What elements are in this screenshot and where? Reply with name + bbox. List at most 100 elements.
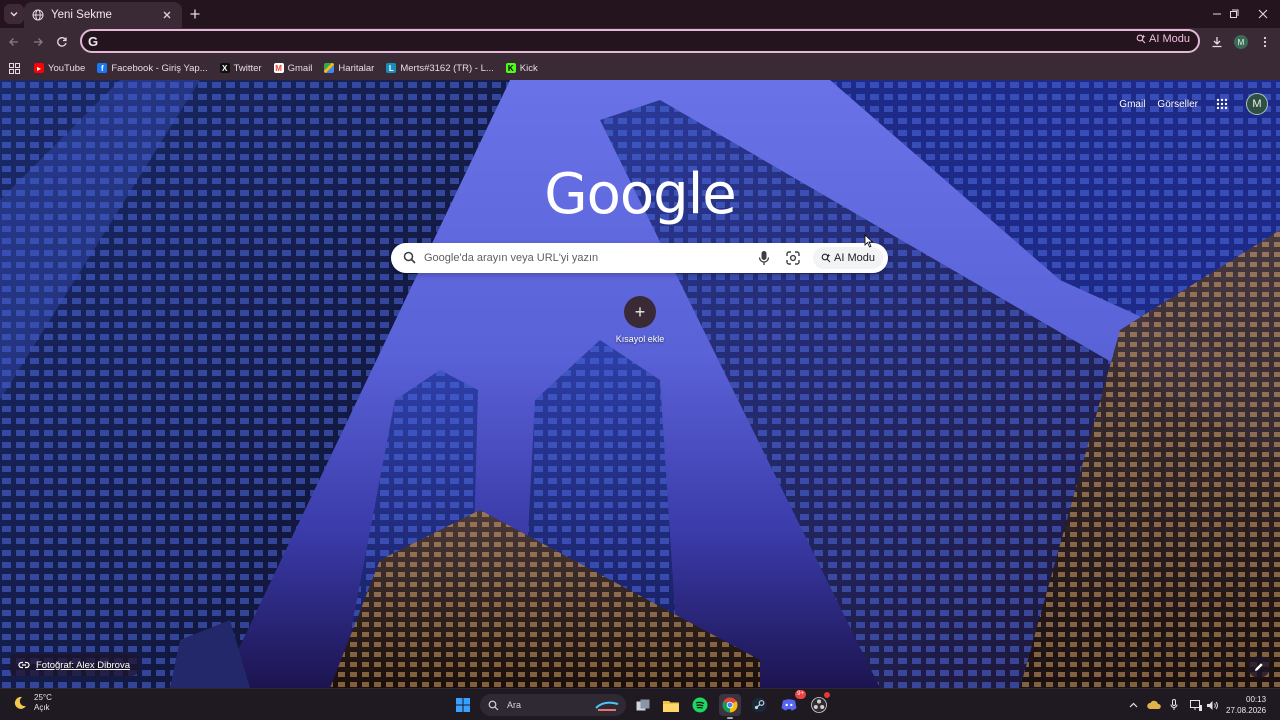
apps-shortcut-button[interactable] [0, 56, 28, 80]
photo-credit-text: Fotoğraf: Alex Dibrova [36, 659, 130, 671]
tab-search-button[interactable] [4, 4, 24, 24]
file-explorer-button[interactable] [660, 694, 682, 716]
bookmark-gmail[interactable]: M Gmail [268, 57, 319, 79]
google-lens-icon[interactable] [785, 250, 801, 266]
taskbar-clock[interactable]: 00:13 27.08.2026 [1226, 694, 1266, 716]
taskbar-search-label: Ara [507, 700, 522, 710]
ntp-search-input[interactable] [424, 249, 754, 267]
downloads-button[interactable] [1207, 32, 1227, 52]
bookmarks-bar: ▸ YouTube f Facebook - Giriş Yap... X Tw… [0, 56, 1280, 80]
reload-icon [57, 37, 67, 47]
windows-logo-icon [456, 698, 470, 712]
more-vertical-icon [1263, 36, 1267, 48]
close-window-button[interactable] [1246, 0, 1280, 28]
network-tray[interactable] [1188, 697, 1204, 713]
obs-button[interactable] [808, 692, 830, 716]
task-view-button[interactable] [632, 694, 654, 716]
recording-indicator [824, 692, 830, 698]
ai-mode-chip[interactable]: AI Modu [1136, 33, 1190, 45]
globe-icon [32, 9, 44, 21]
bookmark-youtube[interactable]: ▸ YouTube [28, 57, 91, 79]
forward-button[interactable] [28, 32, 48, 52]
kick-icon: K [505, 63, 516, 73]
clock-date: 27.08.2026 [1226, 706, 1267, 715]
menu-button[interactable] [1255, 32, 1275, 52]
steam-icon [751, 697, 767, 713]
google-logo: Google [544, 162, 736, 227]
task-view-icon [636, 699, 650, 711]
taskbar-search[interactable]: Ara [480, 694, 626, 716]
microphone-icon[interactable] [758, 250, 770, 266]
monitor-network-icon [1190, 699, 1202, 711]
tab-strip: Yeni Sekme [0, 0, 1280, 28]
account-avatar[interactable]: M [1246, 93, 1268, 115]
ai-search-icon [821, 253, 831, 263]
arrow-left-icon [9, 38, 18, 46]
gmail-link[interactable]: Gmail [1119, 99, 1145, 110]
ai-search-icon [1136, 34, 1146, 44]
microphone-tray[interactable] [1166, 697, 1182, 713]
mouse-cursor-icon [864, 234, 874, 248]
volume-tray[interactable] [1204, 697, 1220, 713]
new-tab-button[interactable] [186, 5, 204, 23]
apps-dots-icon [1216, 98, 1228, 110]
search-icon [403, 251, 416, 264]
bookmark-label: Haritalar [338, 62, 375, 74]
address-input[interactable] [106, 32, 1136, 50]
chevron-down-icon [10, 12, 18, 17]
profile-button[interactable]: M [1231, 32, 1251, 52]
back-button[interactable] [4, 32, 24, 52]
discord-badge: 9+ [795, 690, 806, 699]
add-shortcut-label: Kısayol ekle [615, 334, 665, 344]
windows-taskbar: 25°C Açık Ara 9+ 00:13 27.08.2026 [0, 688, 1280, 720]
weather-temp: 25°C [34, 693, 52, 702]
close-icon [1258, 9, 1268, 19]
x-icon: X [219, 63, 230, 73]
bookmark-kick[interactable]: K Kick [500, 57, 544, 79]
bookmark-label: Merts#3162 (TR) - L... [400, 62, 494, 74]
bookmark-label: YouTube [48, 62, 86, 74]
spotify-icon [692, 697, 708, 713]
chrome-button[interactable] [719, 694, 741, 719]
youtube-icon: ▸ [34, 63, 44, 73]
bookmark-maps[interactable]: Haritalar [318, 57, 380, 79]
close-tab-icon[interactable] [160, 8, 174, 22]
bookmark-twitter[interactable]: X Twitter [214, 57, 268, 79]
discord-button[interactable]: 9+ [778, 690, 806, 716]
maps-icon [324, 63, 335, 73]
start-button[interactable] [452, 694, 474, 716]
active-indicator [727, 717, 733, 719]
images-link[interactable]: Görseller [1157, 99, 1198, 110]
reload-button[interactable] [52, 32, 72, 52]
ntp-search-box[interactable]: AI Modu [391, 243, 888, 273]
chevron-up-icon [1129, 702, 1137, 708]
spotify-button[interactable] [689, 694, 711, 716]
bookmark-facebook[interactable]: f Facebook - Giriş Yap... [91, 57, 213, 79]
customize-button[interactable] [1248, 656, 1270, 678]
ntp-ai-mode-button[interactable]: AI Modu [813, 247, 883, 269]
tab-new-tab[interactable]: Yeni Sekme [24, 2, 182, 28]
apps-grid-icon [8, 62, 20, 74]
league-icon: L [386, 63, 397, 73]
bookmark-label: Gmail [287, 62, 313, 74]
photo-credit-link[interactable]: Fotoğraf: Alex Dibrova [10, 654, 138, 676]
ai-mode-label: AI Modu [1149, 33, 1190, 45]
download-icon [1212, 37, 1222, 48]
bookmark-league[interactable]: L Merts#3162 (TR) - L... [380, 57, 499, 79]
moon-icon [14, 696, 26, 709]
bookmark-label: Twitter [233, 62, 262, 74]
steam-button[interactable] [748, 694, 770, 716]
plus-icon [190, 9, 200, 19]
onedrive-tray[interactable] [1146, 697, 1162, 713]
weather-widget[interactable]: 25°C Açık [12, 693, 52, 713]
add-shortcut-icon: + [624, 296, 656, 328]
file-explorer-icon [663, 700, 679, 712]
google-apps-button[interactable] [1210, 92, 1234, 116]
address-bar[interactable]: G AI Modu [80, 29, 1200, 53]
bookmark-label: Kick [519, 62, 538, 74]
add-shortcut[interactable]: + Kısayol ekle [606, 296, 674, 344]
profile-avatar: M [1234, 35, 1248, 49]
cloud-icon [1147, 700, 1161, 709]
tab-title: Yeni Sekme [51, 9, 112, 21]
tray-overflow-button[interactable] [1125, 697, 1141, 713]
